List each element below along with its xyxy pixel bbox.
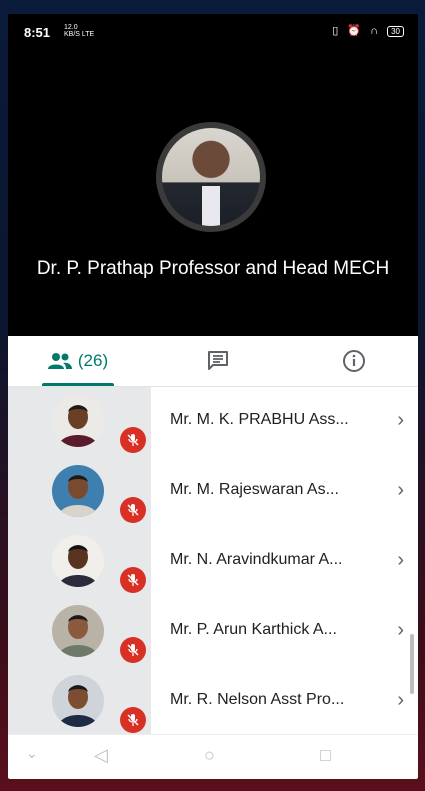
muted-mic-icon <box>120 567 146 593</box>
participant-name: Mr. M. K. PRABHU Ass... <box>170 411 349 428</box>
network-type: KB/S LTE <box>64 31 95 38</box>
battery-level: 30 <box>391 26 400 36</box>
back-icon[interactable]: ◁ <box>94 745 108 766</box>
speaker-photo <box>162 128 260 226</box>
list-scrollbar[interactable] <box>410 634 414 694</box>
participant-name: Mr. M. Rajeswaran As... <box>170 481 339 498</box>
phone-screen: 8:51 12.0 KB/S LTE ▯ ⏰ ∩ 30 Dr. P. Prath… <box>8 14 418 779</box>
headphones-icon: ∩ <box>370 25 382 37</box>
meeting-tabs: (26) <box>8 336 418 387</box>
muted-mic-icon <box>120 707 146 733</box>
alarm-icon: ⏰ <box>347 25 365 37</box>
status-time: 8:51 <box>24 25 51 40</box>
battery-icon: 30 <box>387 25 404 37</box>
avatar <box>52 675 104 727</box>
muted-mic-icon <box>120 427 146 453</box>
participant-row[interactable]: Mr. P. Arun Karthick A... › <box>8 597 418 667</box>
people-count: (26) <box>77 351 109 370</box>
participant-row[interactable]: Mr. M. Rajeswaran As... › <box>8 457 418 527</box>
chevron-right-icon[interactable]: › <box>397 409 404 432</box>
network-speed: 12.0 KB/S LTE <box>64 24 94 38</box>
chevron-right-icon[interactable]: › <box>397 619 404 642</box>
participant-row[interactable]: Mr. R. Nelson Asst Pro... › <box>8 667 418 734</box>
tab-people[interactable]: (26) <box>38 336 118 386</box>
people-icon <box>47 353 72 369</box>
participant-name: Mr. P. Arun Karthick A... <box>170 621 337 638</box>
muted-mic-icon <box>120 497 146 523</box>
participant-name: Mr. N. Aravindkumar A... <box>170 551 343 568</box>
system-nav-bar: ⌄ ◁ ○ □ <box>8 734 418 779</box>
avatar <box>52 465 104 517</box>
chevron-right-icon[interactable]: › <box>397 549 404 572</box>
speaker-name: Dr. P. Prathap Professor and Head MECH <box>36 258 390 279</box>
chevron-right-icon[interactable]: › <box>397 479 404 502</box>
network-speed-value: 12.0 <box>64 24 78 31</box>
participant-row[interactable]: Mr. M. K. PRABHU Ass... › <box>8 387 418 457</box>
info-icon <box>343 350 365 372</box>
vibrate-icon: ▯ <box>332 25 342 37</box>
speaker-avatar <box>156 122 266 232</box>
active-speaker-view[interactable]: Dr. P. Prathap Professor and Head MECH <box>8 50 418 336</box>
tab-chat[interactable] <box>198 336 238 386</box>
avatar <box>52 605 104 657</box>
tab-info[interactable] <box>334 336 374 386</box>
recents-icon[interactable]: □ <box>320 745 331 766</box>
status-icons: ▯ ⏰ ∩ 30 <box>332 24 404 37</box>
home-icon[interactable]: ○ <box>204 745 215 766</box>
avatar <box>52 395 104 447</box>
active-tab-indicator <box>42 383 114 386</box>
participant-list[interactable]: Mr. M. K. PRABHU Ass... › Mr. M. Rajeswa… <box>8 387 418 734</box>
muted-mic-icon <box>120 637 146 663</box>
participant-name: Mr. R. Nelson Asst Pro... <box>170 691 345 708</box>
chevron-right-icon[interactable]: › <box>397 689 404 712</box>
chat-icon <box>208 351 228 370</box>
chevron-down-icon[interactable]: ⌄ <box>26 745 38 762</box>
avatar <box>52 535 104 587</box>
participant-row[interactable]: Mr. N. Aravindkumar A... › <box>8 527 418 597</box>
status-bar: 8:51 12.0 KB/S LTE ▯ ⏰ ∩ 30 <box>8 14 418 50</box>
